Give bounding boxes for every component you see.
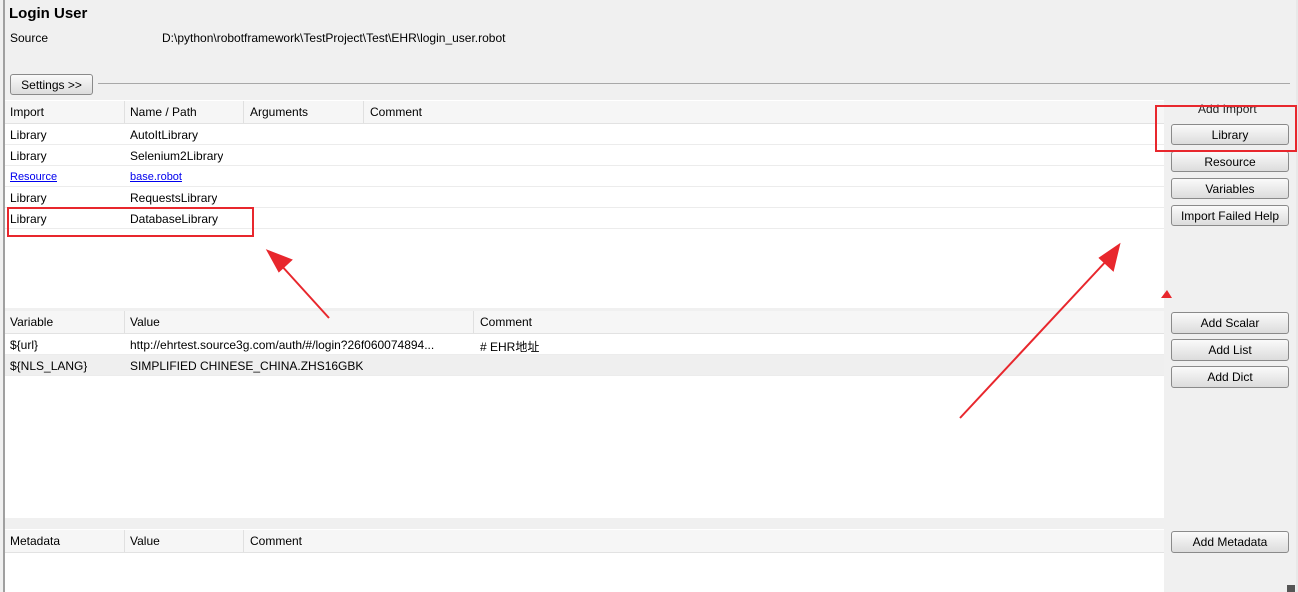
annotation-arrowhead [1098,242,1121,272]
annotation-arrow [959,257,1110,419]
annotation-arrowhead [265,249,293,273]
annotation-arrows [265,242,1172,419]
annotation-arrow [279,263,330,319]
annotation-arrowhead [1161,290,1172,298]
